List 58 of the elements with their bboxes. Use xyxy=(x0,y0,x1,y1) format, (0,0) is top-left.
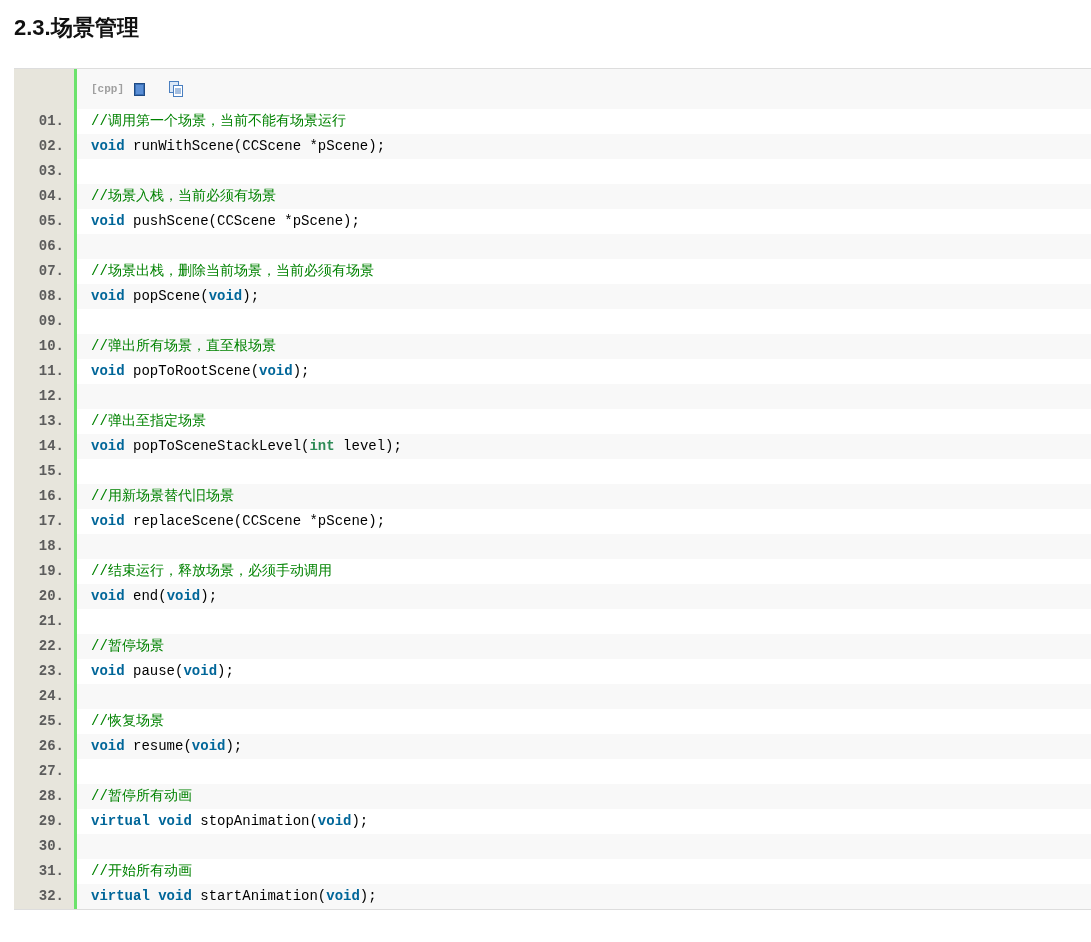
line-number: 03. xyxy=(14,159,77,184)
code-comment: //调用第一个场景，当前不能有场景运行 xyxy=(91,112,346,131)
code-line: void resume(void); xyxy=(91,737,243,756)
line-number: 09. xyxy=(14,309,77,334)
section-heading: 2.3.场景管理 xyxy=(13,14,140,42)
line-number: 12. xyxy=(14,384,77,409)
line-number: 16. xyxy=(14,484,77,509)
line-number: 08. xyxy=(14,284,77,309)
line-number: 17. xyxy=(14,509,77,534)
line-number: 31. xyxy=(14,859,77,884)
line-number: 28. xyxy=(14,784,77,809)
code-comment: //暂停所有动画 xyxy=(91,787,192,806)
line-number: 11. xyxy=(14,359,77,384)
line-number: 29. xyxy=(14,809,77,834)
line-number: 21. xyxy=(14,609,77,634)
code-line: void popToSceneStackLevel(int level); xyxy=(91,437,402,456)
line-number: 14. xyxy=(14,434,77,459)
code-comment: //开始所有动画 xyxy=(91,862,192,881)
code-line: void popToRootScene(void); xyxy=(91,362,310,381)
code-comment: //用新场景替代旧场景 xyxy=(91,487,234,506)
line-number: 13. xyxy=(14,409,77,434)
language-label: [cpp] xyxy=(91,81,124,97)
code-comment: //弹出所有场景，直至根场景 xyxy=(91,337,276,356)
code-line: void pushScene(CCScene *pScene); xyxy=(91,212,360,231)
line-number: 10. xyxy=(14,334,77,359)
line-number: 30. xyxy=(14,834,77,859)
code-line: void pause(void); xyxy=(91,662,234,681)
line-number: 05. xyxy=(14,209,77,234)
line-number: 27. xyxy=(14,759,77,784)
code-line: void popScene(void); xyxy=(91,287,260,306)
line-number: 24. xyxy=(14,684,77,709)
copy-icon[interactable] xyxy=(169,81,183,97)
code-line: virtual void stopAnimation(void); xyxy=(91,812,369,831)
code-line: void replaceScene(CCScene *pScene); xyxy=(91,512,386,531)
code-comment: //恢复场景 xyxy=(91,712,164,731)
line-number: 04. xyxy=(14,184,77,209)
line-number: 23. xyxy=(14,659,77,684)
line-number: 15. xyxy=(14,459,77,484)
line-number: 07. xyxy=(14,259,77,284)
book-icon[interactable] xyxy=(134,82,145,96)
line-number: 20. xyxy=(14,584,77,609)
line-number: 26. xyxy=(14,734,77,759)
line-number: 18. xyxy=(14,534,77,559)
line-number: 06. xyxy=(14,234,77,259)
line-number: 19. xyxy=(14,559,77,584)
code-line: void end(void); xyxy=(91,587,218,606)
code-line: virtual void startAnimation(void); xyxy=(91,887,377,906)
code-comment: //结束运行，释放场景，必须手动调用 xyxy=(91,562,332,581)
line-number: 25. xyxy=(14,709,77,734)
code-comment: //场景入栈，当前必须有场景 xyxy=(91,187,276,206)
line-number: 22. xyxy=(14,634,77,659)
code-comment: //暂停场景 xyxy=(91,637,164,656)
line-number: 01. xyxy=(14,109,77,134)
code-comment: //弹出至指定场景 xyxy=(91,412,206,431)
code-line: void runWithScene(CCScene *pScene); xyxy=(91,137,386,156)
line-number: 32. xyxy=(14,884,77,909)
line-number: 02. xyxy=(14,134,77,159)
code-comment: //场景出栈，删除当前场景，当前必须有场景 xyxy=(91,262,374,281)
